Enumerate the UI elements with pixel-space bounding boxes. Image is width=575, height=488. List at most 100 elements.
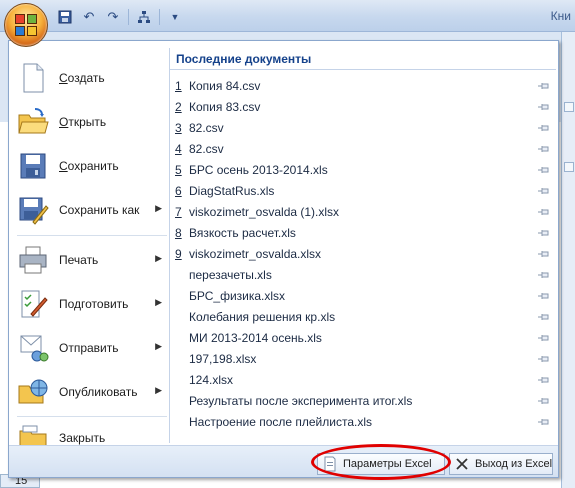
pin-icon[interactable]	[538, 249, 550, 259]
recent-document-item[interactable]: 7 viskozimetr_osvalda (1).xlsx	[170, 202, 556, 223]
customize-qat-icon[interactable]: ▼	[166, 8, 184, 26]
recent-document-name: 197,198.xlsx	[189, 352, 257, 366]
new-document-icon	[17, 62, 49, 94]
recent-document-number: 7	[175, 205, 182, 219]
menu-item-prepare[interactable]: Подготовить ▶	[13, 282, 168, 326]
recent-document-item[interactable]: 2 Копия 83.csv	[170, 97, 556, 118]
recent-document-item[interactable]: перезачеты.xls	[170, 265, 556, 286]
recent-document-number: 8	[175, 226, 182, 240]
pin-icon[interactable]	[538, 186, 550, 196]
quick-access-toolbar: ↶ ↷ ▼	[56, 7, 184, 27]
menu-item-label: Отправить	[59, 341, 119, 355]
recent-document-name: Копия 84.csv	[189, 79, 261, 93]
submenu-arrow-icon: ▶	[155, 297, 162, 307]
recent-document-item[interactable]: 6 DiagStatRus.xls	[170, 181, 556, 202]
pin-icon[interactable]	[538, 333, 550, 343]
recent-document-item[interactable]: БРС_физика.xlsx	[170, 286, 556, 307]
menu-item-label: Закрыть	[59, 431, 106, 445]
recent-document-item[interactable]: 9 viskozimetr_osvalda.xlsx	[170, 244, 556, 265]
redo-icon[interactable]: ↷	[104, 8, 122, 26]
pin-icon[interactable]	[538, 144, 550, 154]
menu-item-print[interactable]: Печать ▶	[13, 238, 168, 282]
menu-item-label: Сохранить как	[59, 203, 140, 217]
recent-documents-header: Последние документы	[170, 48, 556, 70]
menu-item-label: Опубликовать	[59, 385, 138, 399]
recent-document-name: Колебания решения кр.xls	[189, 310, 336, 324]
menu-item-label: Печать	[59, 253, 99, 267]
recent-document-number: 5	[175, 163, 182, 177]
open-folder-icon	[17, 106, 49, 138]
publish-icon	[17, 376, 49, 408]
recent-document-item[interactable]: МИ 2013-2014 осень.xls	[170, 328, 556, 349]
recent-document-name: Настроение после плейлиста.xls	[189, 415, 372, 429]
menu-item-send[interactable]: Отправить ▶	[13, 326, 168, 370]
printer-icon	[17, 244, 49, 276]
menu-item-label: Создать	[59, 71, 105, 85]
menu-item-save-as[interactable]: Сохранить как ▶	[13, 188, 168, 232]
office-logo-icon	[15, 14, 37, 36]
recent-document-number: 4	[175, 142, 182, 156]
save-as-icon	[17, 194, 49, 226]
save-icon	[17, 150, 49, 182]
recent-document-name: DiagStatRus.xls	[189, 184, 275, 198]
recent-document-name: viskozimetr_osvalda.xlsx	[189, 247, 322, 261]
menu-item-open[interactable]: Открыть	[13, 100, 168, 144]
recent-document-item[interactable]: Настроение после плейлиста.xls	[170, 412, 556, 433]
menu-item-save[interactable]: Сохранить	[13, 144, 168, 188]
recent-document-item[interactable]: 3 82.csv	[170, 118, 556, 139]
ribbon-right-edge	[561, 32, 575, 488]
recent-document-name: перезачеты.xls	[189, 268, 272, 282]
save-icon[interactable]	[56, 8, 74, 26]
pin-icon[interactable]	[538, 417, 550, 427]
menu-separator	[17, 235, 167, 236]
send-icon	[17, 332, 49, 364]
recent-document-item[interactable]: 1 Копия 84.csv	[170, 76, 556, 97]
pin-icon[interactable]	[538, 81, 550, 91]
menu-item-new[interactable]: Создать	[13, 56, 168, 100]
pin-icon[interactable]	[538, 270, 550, 280]
recent-document-item[interactable]: Колебания решения кр.xls	[170, 307, 556, 328]
recent-document-name: Результаты после эксперимента итог.xls	[189, 394, 413, 408]
pin-icon[interactable]	[538, 312, 550, 322]
menu-item-label: Открыть	[59, 115, 107, 129]
exit-excel-button[interactable]: Выход из Excel	[449, 453, 553, 475]
recent-document-item[interactable]: 8 Вязкость расчет.xls	[170, 223, 556, 244]
office-menu: Создать Открыть Сохранить Сохранить как …	[8, 40, 559, 480]
undo-icon[interactable]: ↶	[80, 8, 98, 26]
org-chart-icon[interactable]	[135, 8, 153, 26]
recent-document-name: 82.csv	[189, 142, 224, 156]
pin-icon[interactable]	[538, 102, 550, 112]
recent-document-item[interactable]: Результаты после эксперимента итог.xls	[170, 391, 556, 412]
menu-item-publish[interactable]: Опубликовать ▶	[13, 370, 168, 414]
recent-document-item[interactable]: 4 82.csv	[170, 139, 556, 160]
recent-document-name: Копия 83.csv	[189, 100, 261, 114]
pin-icon[interactable]	[538, 123, 550, 133]
submenu-arrow-icon: ▶	[155, 203, 162, 213]
recent-document-name: 82.csv	[189, 121, 224, 135]
excel-options-button[interactable]: Параметры Excel	[317, 453, 445, 475]
recent-document-item[interactable]: 5 БРС осень 2013-2014.xls	[170, 160, 556, 181]
recent-document-number: 9	[175, 247, 182, 261]
recent-document-name: 124.xlsx	[189, 373, 234, 387]
recent-document-number: 3	[175, 121, 182, 135]
submenu-arrow-icon: ▶	[155, 253, 162, 263]
office-menu-commands: Создать Открыть Сохранить Сохранить как …	[13, 48, 168, 451]
pin-icon[interactable]	[538, 165, 550, 175]
recent-document-item[interactable]: 124.xlsx	[170, 370, 556, 391]
close-x-icon	[454, 456, 470, 472]
pin-icon[interactable]	[538, 228, 550, 238]
recent-document-number: 2	[175, 100, 182, 114]
recent-documents-list: 1 Копия 84.csv 2 Копия 83.csv 3 82.csv 4 82.csv…	[170, 76, 556, 433]
qat-separator	[159, 9, 160, 25]
pin-icon[interactable]	[538, 207, 550, 217]
recent-document-name: Вязкость расчет.xls	[189, 226, 296, 240]
pin-icon[interactable]	[538, 354, 550, 364]
menu-item-label: Подготовить	[59, 297, 129, 311]
recent-document-item[interactable]: 197,198.xlsx	[170, 349, 556, 370]
pin-icon[interactable]	[538, 396, 550, 406]
recent-documents-panel: Последние документы 1 Копия 84.csv 2 Копия …	[170, 48, 556, 443]
office-menu-footer: Параметры Excel Выход из Excel	[9, 445, 558, 477]
pin-icon[interactable]	[538, 291, 550, 301]
office-button[interactable]	[4, 3, 48, 47]
pin-icon[interactable]	[538, 375, 550, 385]
